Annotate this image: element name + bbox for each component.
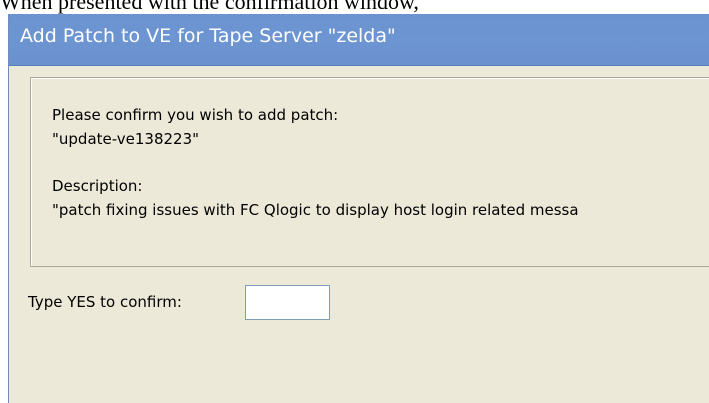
dialog-title: Add Patch to VE for Tape Server "zelda" xyxy=(20,25,396,47)
add-patch-dialog: Add Patch to VE for Tape Server "zelda" … xyxy=(8,14,709,403)
dialog-title-bar[interactable]: Add Patch to VE for Tape Server "zelda" xyxy=(9,14,709,66)
background-document-text: When presented with the confirmation win… xyxy=(0,0,709,14)
description-value: "patch fixing issues with FC Qlogic to d… xyxy=(52,201,579,219)
confirm-yes-input[interactable] xyxy=(245,285,330,320)
confirm-message: Please confirm you wish to add patch: xyxy=(52,106,339,124)
description-label: Description: xyxy=(52,177,143,195)
title-bar-divider xyxy=(9,65,709,66)
patch-name: "update-ve138223" xyxy=(52,130,200,148)
background-text-line: When presented with the confirmation win… xyxy=(0,0,419,14)
confirm-prompt-label: Type YES to confirm: xyxy=(28,293,182,311)
confirmation-message-panel: Please confirm you wish to add patch: "u… xyxy=(30,77,709,267)
